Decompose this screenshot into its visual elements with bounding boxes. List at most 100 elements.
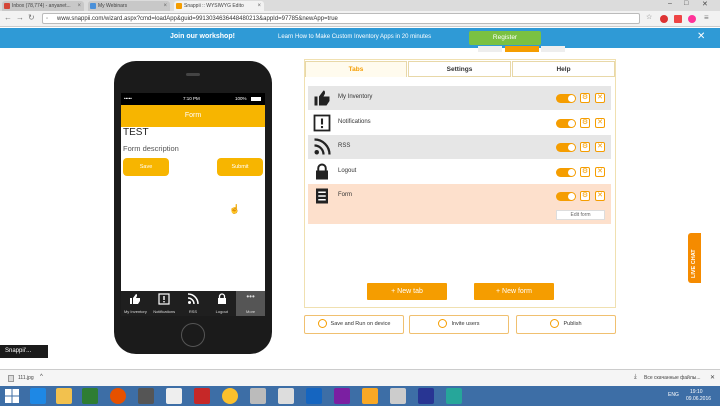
gear-icon[interactable]: ⚙ <box>580 167 590 177</box>
tab-row-form[interactable]: Form ⚙ ✕ Edit form <box>308 184 611 224</box>
visibility-toggle[interactable] <box>556 168 576 177</box>
tab-row-rss[interactable]: RSS ⚙ ✕ <box>308 135 611 159</box>
tab-tabs[interactable]: Tabs <box>305 61 407 77</box>
workshop-banner: Join our workshop! Learn How to Make Cus… <box>0 28 720 48</box>
app-icon[interactable] <box>446 388 462 404</box>
tab-row-notifications[interactable]: Notifications ⚙ ✕ <box>308 111 611 135</box>
hand-cursor-icon: ☝ <box>229 204 241 214</box>
new-form-button[interactable]: + New form <box>474 283 554 300</box>
visibility-toggle[interactable] <box>556 119 576 128</box>
word-icon[interactable] <box>306 388 322 404</box>
row-label: Logout <box>338 168 357 174</box>
phone-tab-rss[interactable]: RSS <box>179 291 208 316</box>
browser-tab-inbox[interactable]: Inbox (78,774) - anyanet... × <box>2 1 84 11</box>
maximize-icon[interactable]: □ <box>684 0 688 7</box>
visibility-toggle[interactable] <box>556 143 576 152</box>
signal-icon: ••••• <box>124 96 132 101</box>
row-label: Form <box>338 192 352 198</box>
close-icon[interactable]: ✕ <box>710 374 715 381</box>
close-icon[interactable]: × <box>77 1 81 11</box>
reload-icon[interactable]: ↻ <box>28 13 35 22</box>
app-icon[interactable] <box>250 388 266 404</box>
gear-icon[interactable]: ⚙ <box>580 142 590 152</box>
tab-row-my-inventory[interactable]: My Inventory ⚙ ✕ <box>308 86 611 110</box>
page-icon: ▫ <box>46 16 49 22</box>
mini-tab-active[interactable] <box>505 46 539 52</box>
close-icon[interactable]: × <box>163 1 167 11</box>
excel-icon[interactable] <box>82 388 98 404</box>
tab-settings[interactable]: Settings <box>408 61 511 77</box>
live-chat-button[interactable]: LIVE CHAT <box>688 233 701 283</box>
snappii-icon <box>176 3 182 9</box>
delete-icon[interactable]: ✕ <box>595 142 605 152</box>
app-icon[interactable] <box>390 388 406 404</box>
minimize-icon[interactable]: – <box>668 0 672 7</box>
row-label: RSS <box>338 143 351 149</box>
visibility-toggle[interactable] <box>556 192 576 201</box>
phone-submit-button[interactable]: Submit <box>217 158 263 176</box>
status-time: 7:10 PM <box>183 96 200 101</box>
forward-icon[interactable]: → <box>16 13 24 22</box>
webinar-icon <box>90 3 96 9</box>
delete-icon[interactable]: ✕ <box>595 167 605 177</box>
phone-tab-logout[interactable]: Logout <box>207 291 236 316</box>
show-all-downloads[interactable]: Все скачанные файлы... <box>644 375 701 381</box>
start-icon[interactable] <box>4 388 20 404</box>
ie-icon[interactable] <box>30 388 46 404</box>
phone-tab-label: My Inventory <box>123 309 147 314</box>
phone-tab-more[interactable]: ••• More <box>236 291 265 316</box>
button-label: Publish <box>563 321 582 327</box>
browser-tab-snappii[interactable]: Snappii :: WYSIWYG Edito × <box>174 1 264 11</box>
phone-tab-notifications[interactable]: Notifications <box>150 291 179 316</box>
back-icon[interactable]: ← <box>4 13 12 22</box>
phone-save-button[interactable]: Save <box>123 158 169 176</box>
close-icon[interactable]: × <box>257 1 261 11</box>
snappii-tooltip[interactable]: Snappii'... <box>0 345 48 358</box>
tab-row-logout[interactable]: Logout ⚙ ✕ <box>308 160 611 184</box>
app-icon[interactable] <box>138 388 154 404</box>
mini-tab[interactable] <box>541 46 565 52</box>
banner-title: Join our workshop! <box>170 33 235 40</box>
chevron-up-icon[interactable]: ^ <box>40 374 43 380</box>
chrome-icon[interactable] <box>222 388 238 404</box>
extension-icon[interactable] <box>688 15 696 23</box>
language-indicator[interactable]: ENG <box>668 392 679 398</box>
app-icon[interactable] <box>418 388 434 404</box>
mini-tab[interactable] <box>478 46 502 52</box>
delete-icon[interactable]: ✕ <box>595 191 605 201</box>
firefox-icon[interactable] <box>110 388 126 404</box>
visibility-toggle[interactable] <box>556 94 576 103</box>
edit-form-button[interactable]: Edit form <box>556 210 605 220</box>
register-button[interactable]: Register <box>469 31 541 45</box>
download-file[interactable]: 111.jpg <box>18 375 34 381</box>
app-icon[interactable] <box>334 388 350 404</box>
pdf-extension-icon[interactable] <box>674 15 682 23</box>
tab-help[interactable]: Help <box>512 61 615 77</box>
delete-icon[interactable]: ✕ <box>595 93 605 103</box>
browser-tab-webinars[interactable]: My Webinars × <box>88 1 170 11</box>
app-icon[interactable] <box>278 388 294 404</box>
menu-icon[interactable]: ≡ <box>704 13 709 22</box>
gear-icon[interactable]: ⚙ <box>580 191 590 201</box>
gmail-icon <box>4 3 10 9</box>
lock-icon <box>316 163 328 180</box>
pdf-icon[interactable] <box>166 388 182 404</box>
url-text: www.snappii.com/wizard.aspx?cmd=loadApp&… <box>57 16 338 22</box>
save-and-run-button[interactable]: Save and Run on device <box>304 315 404 334</box>
outlook-icon[interactable] <box>362 388 378 404</box>
publish-button[interactable]: Publish <box>516 315 616 334</box>
url-field[interactable]: ▫ www.snappii.com/wizard.aspx?cmd=loadAp… <box>42 13 640 24</box>
status-battery: 100% <box>235 96 247 101</box>
close-banner-icon[interactable]: ✕ <box>697 31 705 42</box>
delete-icon[interactable]: ✕ <box>595 118 605 128</box>
explorer-icon[interactable] <box>56 388 72 404</box>
phone-tab-my-inventory[interactable]: My Inventory <box>121 291 150 316</box>
star-icon[interactable]: ☆ <box>646 13 652 21</box>
new-tab-button[interactable]: + New tab <box>367 283 447 300</box>
gear-icon[interactable]: ⚙ <box>580 93 590 103</box>
extension-icon[interactable] <box>660 15 668 23</box>
yandex-icon[interactable] <box>194 388 210 404</box>
window-close-icon[interactable]: ✕ <box>702 0 708 8</box>
gear-icon[interactable]: ⚙ <box>580 118 590 128</box>
invite-users-button[interactable]: Invite users <box>409 315 509 334</box>
